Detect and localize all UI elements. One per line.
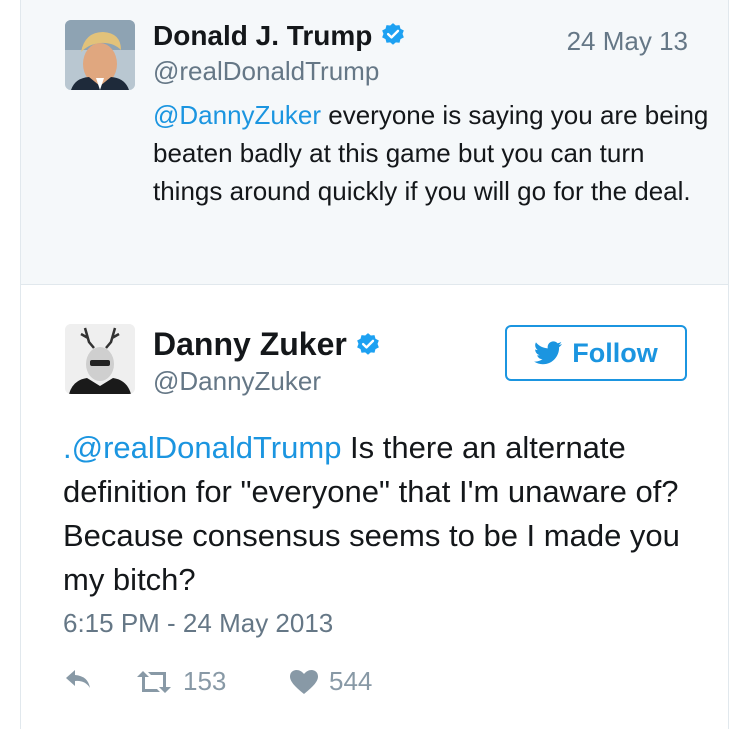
retweet-count: 153	[183, 666, 227, 696]
mention-link[interactable]: @realDonaldTrump	[72, 430, 342, 465]
verified-badge-icon	[356, 333, 379, 355]
follow-label: Follow	[572, 337, 658, 368]
tweet-text: .@realDonaldTrump Is there an alternate …	[63, 426, 703, 602]
twitter-bird-icon	[534, 341, 563, 365]
mention-link[interactable]: @DannyZuker	[153, 100, 321, 130]
parent-tweet[interactable]: Donald J. Trump @realDonaldTrump 24 May …	[21, 0, 728, 285]
follow-button[interactable]: Follow	[505, 325, 687, 381]
heart-icon	[290, 669, 318, 694]
author-name-text: Donald J. Trump	[153, 20, 373, 51]
avatar[interactable]	[65, 324, 135, 394]
author-name[interactable]: Danny Zuker	[153, 326, 381, 363]
reply-icon	[66, 670, 90, 688]
reply-button[interactable]	[63, 666, 93, 692]
tweet-text: @DannyZuker everyone is saying you are b…	[153, 96, 713, 210]
verified-badge-icon	[382, 23, 405, 45]
author-name[interactable]: Donald J. Trump	[153, 20, 406, 52]
retweet-button[interactable]: 153	[135, 666, 226, 697]
like-button[interactable]: 544	[289, 666, 372, 697]
avatar[interactable]	[65, 20, 135, 90]
tweet-date[interactable]: 24 May 13	[567, 26, 688, 57]
author-handle[interactable]: @DannyZuker	[153, 366, 321, 397]
tweet-card: Donald J. Trump @realDonaldTrump 24 May …	[20, 0, 729, 729]
author-name-text: Danny Zuker	[153, 326, 347, 362]
tweet-timestamp[interactable]: 6:15 PM - 24 May 2013	[63, 608, 333, 639]
author-handle[interactable]: @realDonaldTrump	[153, 56, 379, 87]
like-count: 544	[329, 666, 373, 696]
mention-prefix: .	[63, 430, 72, 465]
retweet-icon	[137, 670, 171, 693]
